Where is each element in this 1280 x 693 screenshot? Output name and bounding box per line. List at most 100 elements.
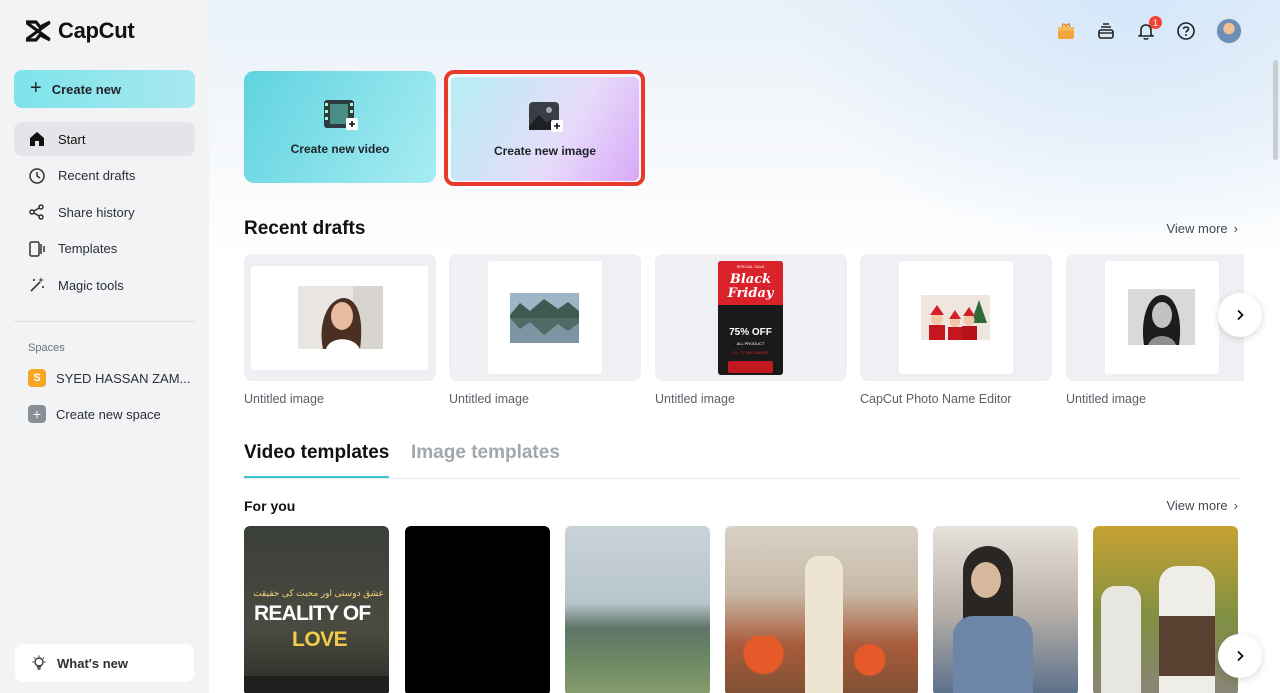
whats-new-button[interactable]: What's new <box>15 644 194 682</box>
recent-drafts-title: Recent drafts <box>244 218 366 239</box>
sidebar-nav: Start Recent drafts Share history Templa… <box>14 122 195 305</box>
magic-wand-icon <box>30 277 44 292</box>
stack-icon[interactable] <box>1096 21 1116 41</box>
plus-icon: + <box>28 405 46 423</box>
gift-icon[interactable] <box>1056 21 1076 41</box>
recent-drafts-view-more[interactable]: View more › <box>1166 221 1238 236</box>
template-card[interactable] <box>933 526 1078 693</box>
draft-canvas <box>1105 261 1219 374</box>
share-icon <box>29 204 44 220</box>
sidebar-item-magic-tools[interactable]: Magic tools <box>14 268 195 302</box>
template-overlay-line2: LOVE <box>292 628 348 651</box>
poster-sub: ALL PRODUCT <box>736 341 765 346</box>
sidebar-item-start[interactable]: Start <box>14 122 195 156</box>
home-icon <box>30 132 44 146</box>
poster-tag: SPECIAL SALE <box>736 264 765 269</box>
view-more-label: View more <box>1166 498 1228 513</box>
create-new-space-button[interactable]: + Create new space <box>28 405 161 423</box>
template-card[interactable] <box>405 526 550 693</box>
app-name: CapCut <box>58 18 135 43</box>
create-new-button[interactable]: + Create new <box>14 70 195 108</box>
draft-canvas <box>251 266 428 370</box>
chevron-right-icon <box>1237 650 1244 662</box>
draft-thumbnail <box>860 254 1052 381</box>
bell-icon[interactable]: 1 <box>1136 16 1162 41</box>
sidebar-item-label: Start <box>58 131 86 147</box>
sidebar-item-label: Recent drafts <box>58 168 136 183</box>
spaces-label: Spaces <box>28 342 65 354</box>
tab-video-templates[interactable]: Video templates <box>244 442 390 478</box>
create-new-space-label: Create new space <box>56 406 161 422</box>
for-you-heading: For you <box>244 498 296 514</box>
templates-view-more[interactable]: View more › <box>1166 498 1238 513</box>
poster-offer: 75% OFF <box>729 327 772 338</box>
scrollbar[interactable] <box>1273 60 1278 160</box>
templates-next-button[interactable] <box>1218 634 1262 678</box>
portrait-photo <box>298 286 383 349</box>
poster-title: Black Friday <box>727 272 774 301</box>
draft-label: Untitled image <box>244 392 324 406</box>
draft-label: Untitled image <box>655 392 735 406</box>
top-toolbar: 1 <box>1056 16 1242 44</box>
space-name: SYED HASSAN ZAM... <box>56 370 191 386</box>
lightbulb-icon <box>32 655 46 670</box>
template-tabs: Video templates Image templates <box>244 442 1239 479</box>
family-photo <box>921 295 990 340</box>
bw-portrait-photo <box>1128 289 1195 345</box>
sidebar-item-label: Templates <box>58 241 118 256</box>
template-card[interactable]: عشق دوستی اور محبت کی حقیقت REALITY OF L… <box>244 526 389 693</box>
draft-label: Untitled image <box>1066 392 1146 406</box>
black-friday-poster: SPECIAL SALE Black Friday 75% OFF ALL PR… <box>718 261 783 375</box>
templates-icon <box>29 240 45 257</box>
space-avatar: S <box>28 369 46 387</box>
capcut-logo[interactable]: CapCut <box>24 18 135 44</box>
create-new-video-label: Create new video <box>290 142 390 156</box>
main-content: 1 Create new video Create new image Rece… <box>209 0 1280 693</box>
video-film-icon <box>324 100 358 130</box>
draft-label: Untitled image <box>449 392 529 406</box>
draft-card[interactable]: Untitled image <box>1066 254 1244 406</box>
sidebar-item-templates[interactable]: Templates <box>14 232 195 266</box>
sidebar: CapCut + Create new Start Recent drafts … <box>0 0 209 693</box>
draft-card[interactable]: SPECIAL SALE Black Friday 75% OFF ALL PR… <box>655 254 847 406</box>
sidebar-divider <box>14 321 195 322</box>
draft-thumbnail: SPECIAL SALE Black Friday 75% OFF ALL PR… <box>655 254 847 381</box>
draft-card[interactable]: CapCut Photo Name Editor <box>860 254 1052 406</box>
avatar[interactable] <box>1216 18 1242 44</box>
view-more-label: View more <box>1166 221 1228 236</box>
template-card[interactable] <box>725 526 918 693</box>
draft-thumbnail <box>244 254 436 381</box>
create-new-label: Create new <box>51 81 122 97</box>
notification-badge: 1 <box>1149 16 1162 29</box>
drafts-next-button[interactable] <box>1218 293 1262 337</box>
clock-icon <box>29 167 45 184</box>
image-icon <box>529 102 563 132</box>
draft-thumbnail <box>449 254 641 381</box>
poster-date: 15 - 27 DECEMBER <box>732 350 769 355</box>
draft-label: CapCut Photo Name Editor <box>860 392 1012 406</box>
draft-canvas <box>488 261 602 374</box>
draft-card[interactable]: Untitled image <box>244 254 436 406</box>
create-new-video-card[interactable]: Create new video <box>244 71 436 183</box>
draft-canvas <box>899 261 1013 374</box>
whats-new-label: What's new <box>57 655 128 671</box>
capcut-logo-icon <box>26 20 51 42</box>
chevron-right-icon <box>1237 309 1244 321</box>
sidebar-item-recent-drafts[interactable]: Recent drafts <box>14 159 195 193</box>
plus-icon: + <box>30 77 42 99</box>
sidebar-item-label: Share history <box>58 204 135 220</box>
tab-image-templates[interactable]: Image templates <box>411 442 560 464</box>
template-card[interactable] <box>565 526 710 693</box>
help-icon[interactable] <box>1176 21 1196 41</box>
space-item[interactable]: S SYED HASSAN ZAM... <box>28 369 190 387</box>
sidebar-item-label: Magic tools <box>58 277 124 293</box>
lake-photo <box>510 293 579 343</box>
sidebar-item-share-history[interactable]: Share history <box>14 195 195 229</box>
template-card[interactable] <box>1093 526 1238 693</box>
draft-card[interactable]: Untitled image <box>449 254 641 406</box>
create-new-image-label: Create new image <box>493 144 597 158</box>
create-new-image-card[interactable]: Create new image <box>451 77 639 181</box>
template-overlay-line1: REALITY OF <box>254 602 371 625</box>
template-overlay-urdu: عشق دوستی اور محبت کی حقیقت <box>253 588 384 598</box>
chevron-right-icon: › <box>1233 221 1238 236</box>
